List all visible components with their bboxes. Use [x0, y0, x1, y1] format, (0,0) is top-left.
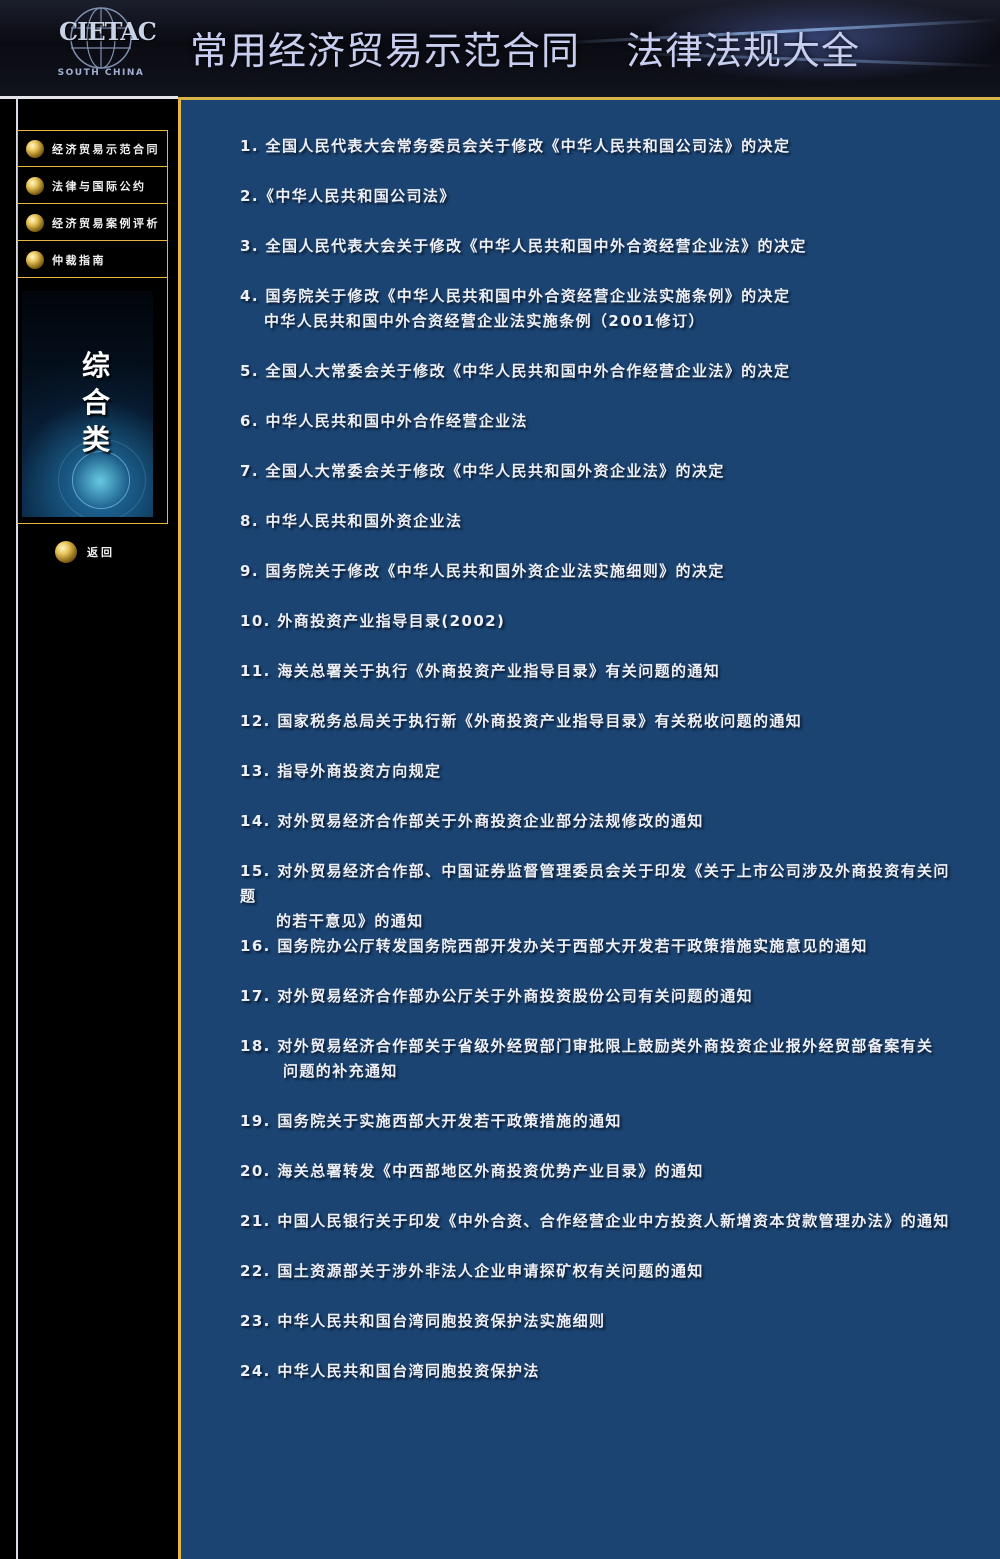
law-title: 23. 中华人民共和国台湾同胞投资保护法实施细则	[240, 1312, 606, 1330]
law-title: 15. 对外贸易经济合作部、中国证券监督管理委员会关于印发《关于上市公司涉及外商…	[240, 862, 950, 905]
law-link[interactable]: 5. 全国人大常委会关于修改《中华人民共和国中外合作经营企业法》的决定	[240, 359, 960, 384]
gold-ball-icon	[26, 250, 44, 269]
law-title: 22. 国土资源部关于涉外非法人企业申请探矿权有关问题的通知	[240, 1262, 704, 1280]
law-link[interactable]: 15. 对外贸易经济合作部、中国证券监督管理委员会关于印发《关于上市公司涉及外商…	[240, 859, 960, 934]
law-link[interactable]: 1. 全国人民代表大会常务委员会关于修改《中华人民共和国公司法》的决定	[240, 134, 960, 159]
law-title: 1. 全国人民代表大会常务委员会关于修改《中华人民共和国公司法》的决定	[240, 137, 791, 155]
law-link[interactable]: 18. 对外贸易经济合作部关于省级外经贸部门审批限上鼓励类外商投资企业报外经贸部…	[240, 1034, 960, 1084]
category-title: 综 合 类	[76, 347, 116, 458]
page-title-part1: 常用经济贸易示范合同	[190, 29, 581, 73]
header-banner: CIETAC SOUTH CHINA 常用经济贸易示范合同 法律法规大全	[0, 0, 1000, 97]
law-title: 16. 国务院办公厅转发国务院西部开发办关于西部大开发若干政策措施实施意见的通知	[240, 937, 868, 955]
law-title: 17. 对外贸易经济合作部办公厅关于外商投资股份公司有关问题的通知	[240, 987, 753, 1005]
law-link[interactable]: 2.《中华人民共和国公司法》	[240, 184, 960, 209]
law-link[interactable]: 3. 全国人民代表大会关于修改《中华人民共和国中外合资经营企业法》的决定	[240, 234, 960, 259]
sidebar-item-label: 仲裁指南	[52, 253, 106, 267]
gold-ball-icon	[55, 541, 77, 563]
sidebar-item-case-reviews[interactable]: 经济贸易案例评析	[18, 205, 167, 241]
law-title-continued: 中华人民共和国中外合资经营企业法实施条例（2001修订）	[264, 312, 705, 330]
law-title: 21. 中国人民银行关于印发《中外合资、合作经营企业中方投资人新增资本贷款管理办…	[240, 1212, 950, 1230]
law-link[interactable]: 21. 中国人民银行关于印发《中外合资、合作经营企业中方投资人新增资本贷款管理办…	[240, 1209, 960, 1234]
sidebar-item-label: 经济贸易案例评析	[52, 216, 160, 230]
sidebar-item-laws-conventions[interactable]: 法律与国际公约	[18, 168, 167, 204]
divider	[0, 96, 178, 99]
category-banner: 综 合 类	[22, 291, 153, 517]
page-title: 常用经济贸易示范合同 法律法规大全	[190, 20, 860, 75]
logo-text: CIETAC	[59, 17, 157, 46]
category-char: 合	[81, 386, 110, 419]
category-char: 类	[81, 423, 110, 456]
logo-subtext: SOUTH CHINA	[57, 68, 145, 78]
law-title: 18. 对外贸易经济合作部关于省级外经贸部门审批限上鼓励类外商投资企业报外经贸部…	[240, 1037, 934, 1055]
law-title: 5. 全国人大常委会关于修改《中华人民共和国中外合作经营企业法》的决定	[240, 362, 791, 380]
law-title: 11. 海关总署关于执行《外商投资产业指导目录》有关问题的通知	[240, 662, 721, 680]
sidebar-item-model-contracts[interactable]: 经济贸易示范合同	[18, 131, 167, 167]
law-title: 4. 国务院关于修改《中华人民共和国中外合资经营企业法实施条例》的决定	[240, 287, 791, 305]
law-title: 13. 指导外商投资方向规定	[240, 762, 442, 780]
law-link[interactable]: 16. 国务院办公厅转发国务院西部开发办关于西部大开发若干政策措施实施意见的通知	[240, 934, 960, 959]
gold-ball-icon	[26, 213, 44, 232]
law-title-continued: 的若干意见》的通知	[276, 912, 424, 930]
law-title: 6. 中华人民共和国中外合作经营企业法	[240, 412, 528, 430]
gold-ball-icon	[26, 139, 44, 158]
law-link[interactable]: 8. 中华人民共和国外资企业法	[240, 509, 960, 534]
law-link[interactable]: 22. 国土资源部关于涉外非法人企业申请探矿权有关问题的通知	[240, 1259, 960, 1284]
law-link[interactable]: 13. 指导外商投资方向规定	[240, 759, 960, 784]
law-link[interactable]: 23. 中华人民共和国台湾同胞投资保护法实施细则	[240, 1309, 960, 1334]
law-link[interactable]: 17. 对外贸易经济合作部办公厅关于外商投资股份公司有关问题的通知	[240, 984, 960, 1009]
law-title: 10. 外商投资产业指导目录(2002)	[240, 612, 506, 630]
sidebar-item-label: 法律与国际公约	[52, 179, 147, 193]
law-link[interactable]: 10. 外商投资产业指导目录(2002)	[240, 609, 960, 634]
sidebar-item-arbitration-guide[interactable]: 仲裁指南	[18, 242, 167, 278]
law-link[interactable]: 6. 中华人民共和国中外合作经营企业法	[240, 409, 960, 434]
page-title-part2: 法律法规大全	[626, 29, 861, 73]
category-char: 综	[81, 349, 110, 382]
law-link[interactable]: 24. 中华人民共和国台湾同胞投资保护法	[240, 1359, 960, 1384]
law-title: 20. 海关总署转发《中西部地区外商投资优势产业目录》的通知	[240, 1162, 704, 1180]
law-title: 12. 国家税务总局关于执行新《外商投资产业指导目录》有关税收问题的通知	[240, 712, 803, 730]
law-link[interactable]: 9. 国务院关于修改《中华人民共和国外资企业法实施细则》的决定	[240, 559, 960, 584]
law-link[interactable]: 7. 全国人大常委会关于修改《中华人民共和国外资企业法》的决定	[240, 459, 960, 484]
law-title: 2.《中华人民共和国公司法》	[240, 187, 456, 205]
sidebar-menu: 经济贸易示范合同 法律与国际公约 经济贸易案例评析 仲裁指南 综 合 类	[17, 130, 168, 524]
divider	[178, 97, 1000, 100]
law-link[interactable]: 19. 国务院关于实施西部大开发若干政策措施的通知	[240, 1109, 960, 1134]
gold-ball-icon	[26, 176, 44, 195]
law-title: 9. 国务院关于修改《中华人民共和国外资企业法实施细则》的决定	[240, 562, 725, 580]
back-button[interactable]: 返回	[55, 541, 115, 563]
law-title: 14. 对外贸易经济合作部关于外商投资企业部分法规修改的通知	[240, 812, 704, 830]
law-title: 3. 全国人民代表大会关于修改《中华人民共和国中外合资经营企业法》的决定	[240, 237, 807, 255]
law-link[interactable]: 11. 海关总署关于执行《外商投资产业指导目录》有关问题的通知	[240, 659, 960, 684]
back-label: 返回	[87, 546, 115, 559]
law-link[interactable]: 4. 国务院关于修改《中华人民共和国中外合资经营企业法实施条例》的决定中华人民共…	[240, 284, 960, 334]
law-link[interactable]: 20. 海关总署转发《中西部地区外商投资优势产业目录》的通知	[240, 1159, 960, 1184]
law-title: 24. 中华人民共和国台湾同胞投资保护法	[240, 1362, 540, 1380]
law-title: 19. 国务院关于实施西部大开发若干政策措施的通知	[240, 1112, 622, 1130]
law-list-panel: 1. 全国人民代表大会常务委员会关于修改《中华人民共和国公司法》的决定 2.《中华…	[178, 97, 1000, 1559]
law-link[interactable]: 12. 国家税务总局关于执行新《外商投资产业指导目录》有关税收问题的通知	[240, 709, 960, 734]
law-link[interactable]: 14. 对外贸易经济合作部关于外商投资企业部分法规修改的通知	[240, 809, 960, 834]
law-title: 8. 中华人民共和国外资企业法	[240, 512, 463, 530]
law-title-continued: 问题的补充通知	[283, 1062, 398, 1080]
sidebar-item-label: 经济贸易示范合同	[52, 142, 160, 156]
law-title: 7. 全国人大常委会关于修改《中华人民共和国外资企业法》的决定	[240, 462, 725, 480]
